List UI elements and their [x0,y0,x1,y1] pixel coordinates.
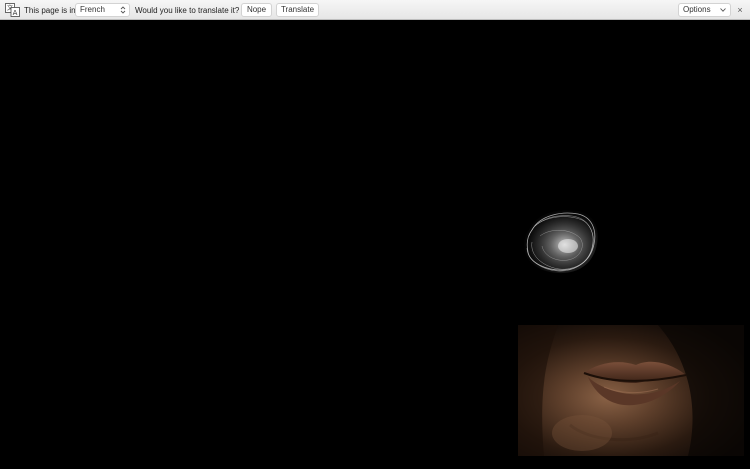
options-dropdown[interactable]: Options [678,3,731,17]
translate-question: Would you like to translate it? [135,6,240,15]
translate-icon: 文 A [5,3,20,17]
page-language-intro: This page is in [24,6,76,15]
bubble-graphic [524,210,598,274]
face-photo [518,325,744,456]
lips-image [518,325,744,456]
chevron-down-icon [720,8,726,12]
language-select[interactable]: French [75,3,130,17]
close-button[interactable]: × [735,4,745,16]
options-label: Options [683,5,711,14]
translate-bar: 文 A This page is in French Would you lik… [0,0,750,20]
language-select-value: French [80,5,105,14]
nope-button[interactable]: Nope [241,3,272,17]
translate-button[interactable]: Translate [276,3,319,17]
up-down-chevron-icon [120,6,126,14]
svg-text:A: A [13,9,18,17]
